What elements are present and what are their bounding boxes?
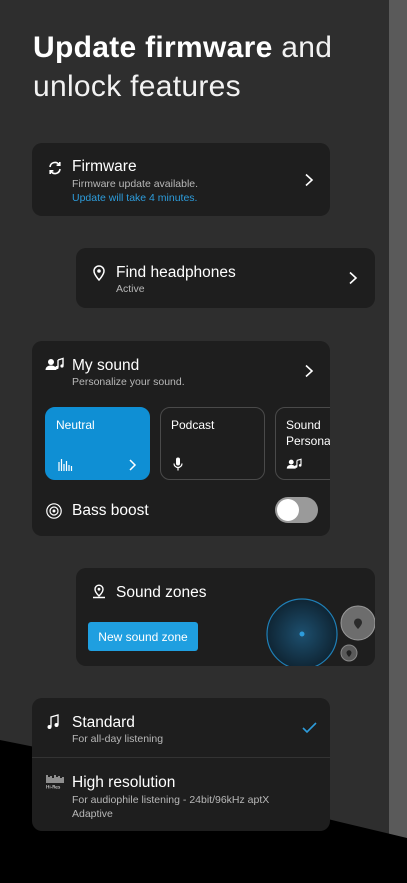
sound-zones-title: Sound zones: [116, 584, 207, 601]
audio-quality-card: Standard For all-day listening Hi-Res Hi…: [32, 698, 330, 831]
microphone-icon: [173, 457, 183, 471]
preset-label: Podcast: [171, 418, 215, 432]
preset-sound-personal[interactable]: Sound Personal: [275, 407, 330, 480]
quality-hires-title: High resolution: [72, 774, 176, 791]
sound-zones-map[interactable]: [261, 596, 375, 666]
equalizer-icon: [58, 459, 73, 471]
firmware-card[interactable]: Firmware Firmware update available. Upda…: [32, 143, 330, 216]
refresh-icon: [49, 161, 61, 175]
chevron-right-icon[interactable]: [303, 364, 315, 378]
find-headphones-status: Active: [116, 283, 145, 295]
chevron-right-icon: [305, 173, 314, 187]
quality-standard-title: Standard: [72, 714, 135, 731]
quality-hires-subtitle: For audiophile listening - 24bit/96kHz a…: [72, 794, 270, 820]
preset-label: Neutral: [56, 418, 95, 432]
quality-standard-subtitle: For all-day listening: [72, 733, 164, 745]
firmware-title: Firmware: [72, 158, 137, 175]
my-sound-card: My sound Personalize your sound. Neutral…: [32, 341, 330, 536]
svg-text:Hi-Res: Hi-Res: [46, 785, 61, 790]
quality-option-high-resolution[interactable]: Hi-Res High resolution For audiophile li…: [32, 758, 330, 831]
headline-bold: Update firmware: [33, 31, 273, 64]
toggle-knob: [277, 499, 299, 521]
person-music-icon: [45, 357, 64, 370]
find-headphones-card[interactable]: Find headphones Active: [76, 248, 375, 308]
my-sound-title: My sound: [72, 357, 140, 374]
firmware-subtitle: Firmware update available.: [72, 178, 199, 190]
location-pin-icon: [93, 265, 105, 282]
person-music-icon: [286, 458, 302, 469]
bass-boost-toggle[interactable]: [275, 497, 318, 523]
background-panel-edge: [389, 0, 407, 840]
hi-res-icon: Hi-Res: [46, 775, 64, 790]
page-headline: Update firmware and unlock features: [33, 28, 383, 106]
find-headphones-title: Find headphones: [116, 264, 236, 281]
chevron-right-icon: [349, 271, 358, 285]
firmware-update-link[interactable]: Update will take 4 minutes.: [72, 192, 197, 204]
music-note-icon: [47, 714, 59, 729]
chevron-right-icon: [129, 459, 137, 471]
preset-podcast[interactable]: Podcast: [160, 407, 265, 480]
sound-zones-card: Sound zones New sound zone: [76, 568, 375, 666]
checkmark-icon: [302, 722, 317, 734]
my-sound-subtitle: Personalize your sound.: [72, 376, 185, 388]
location-pin-icon: [93, 584, 105, 599]
preset-neutral[interactable]: Neutral: [45, 407, 150, 480]
preset-label: Sound Personal: [286, 418, 330, 448]
bass-boost-label: Bass boost: [72, 502, 149, 519]
new-sound-zone-button[interactable]: New sound zone: [88, 622, 198, 651]
bass-boost-icon: [46, 503, 62, 519]
quality-option-standard[interactable]: Standard For all-day listening: [32, 698, 330, 757]
